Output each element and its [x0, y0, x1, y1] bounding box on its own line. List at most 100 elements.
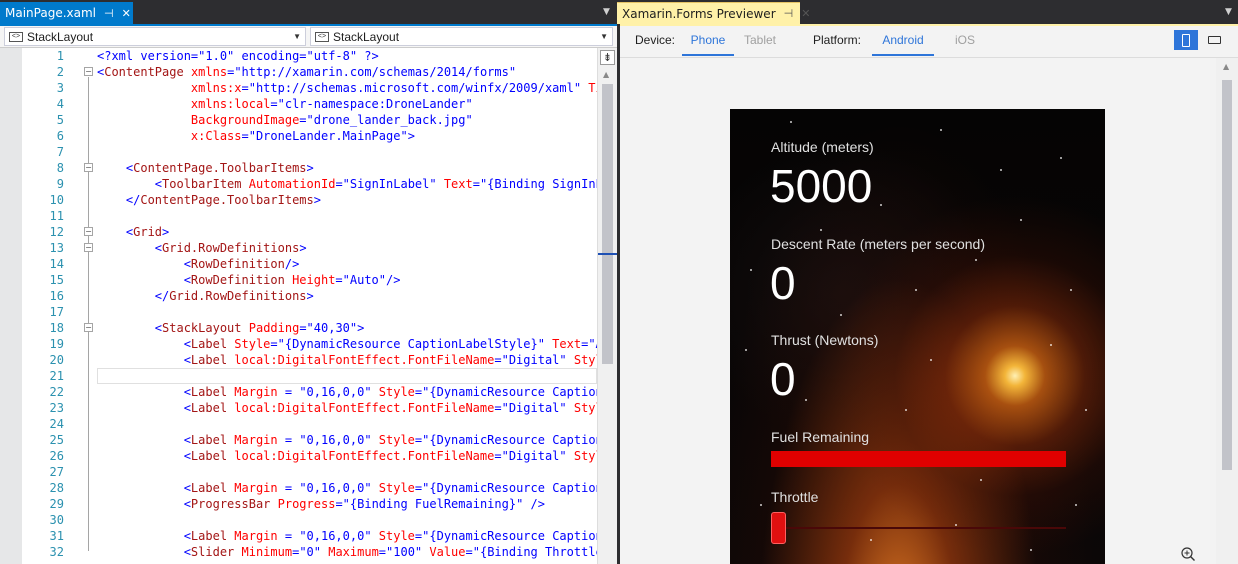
code-line[interactable]: xmlns:local="clr-namespace:DroneLander" [97, 96, 597, 112]
code-token: Title [588, 81, 597, 95]
code-line[interactable]: xmlns:x="http://schemas.microsoft.com/wi… [97, 80, 597, 96]
scroll-up-icon[interactable]: ▲ [1223, 62, 1229, 71]
collapse-icon[interactable]: − [84, 67, 93, 76]
code-line[interactable]: <StackLayout Padding="40,30"> [97, 320, 597, 336]
code-line[interactable] [97, 144, 597, 160]
code-token: Style [371, 433, 415, 447]
line-number: 27 [49, 465, 64, 479]
pin-icon[interactable]: ⊣ [104, 7, 114, 20]
code-line[interactable]: </Grid.RowDefinitions> [97, 288, 597, 304]
code-line[interactable]: <ToolbarItem AutomationId="SignInLabel" … [97, 176, 597, 192]
close-icon[interactable]: ✕ [801, 7, 810, 20]
split-view-icon[interactable]: ⇟ [600, 50, 615, 65]
portrait-orientation-button[interactable] [1174, 30, 1198, 50]
code-token: < [97, 241, 163, 255]
code-token: "{DynamicResource CaptionLa [422, 385, 597, 399]
code-line[interactable]: <Label local:DigitalFontEffect.FontFileN… [97, 448, 597, 464]
code-line[interactable]: <Label Margin = "0,16,0,0" Style="{Dynam… [97, 384, 597, 400]
thrust-label: Thrust (Newtons) [771, 332, 879, 348]
code-token: Grid.RowDefinitions [169, 289, 307, 303]
code-token: Grid [133, 225, 163, 239]
collapse-icon[interactable]: − [84, 323, 93, 332]
code-token: Margin [227, 529, 278, 543]
code-token: Grid.RowDefinitions [162, 241, 300, 255]
tab-xamarin-forms-previewer[interactable]: Xamarin.Forms Previewer ⊣ ✕ [617, 2, 810, 24]
code-token: Label [190, 385, 228, 399]
code-token: = [277, 385, 300, 399]
pin-icon[interactable]: ⊣ [784, 7, 794, 20]
code-line[interactable] [97, 368, 597, 384]
tab-overflow-icon[interactable]: ▼ [603, 7, 610, 17]
code-token: = [335, 273, 343, 287]
code-token: = [494, 449, 502, 463]
code-line[interactable]: <Label Style="{DynamicResource CaptionLa… [97, 336, 597, 352]
code-token: /> [523, 497, 545, 511]
code-line[interactable]: <ContentPage xmlns="http://xamarin.com/s… [97, 64, 597, 80]
code-line[interactable] [97, 416, 597, 432]
code-line[interactable]: x:Class="DroneLander.MainPage"> [97, 128, 597, 144]
code-token: = [335, 497, 343, 511]
zoom-button[interactable] [1178, 544, 1198, 564]
scroll-thumb[interactable] [1222, 80, 1232, 470]
throttle-slider-track[interactable] [771, 527, 1066, 529]
collapse-icon[interactable]: − [84, 243, 93, 252]
code-token: /> [386, 273, 401, 287]
outlining-margin: − − − − − [82, 48, 96, 564]
code-area[interactable]: 1 2 3 4 5 6 7 8 9 10 11 12 13 14 15 16 17 18 19 20 21 22 23 24 2… [0, 48, 597, 564]
code-line[interactable]: <Label Margin = "0,16,0,0" Style="{Dynam… [97, 480, 597, 496]
tab-overflow-icon[interactable]: ▼ [1225, 7, 1232, 17]
code-line[interactable]: <Label local:DigitalFontEffect.FontFileN… [97, 400, 597, 416]
code-line[interactable] [97, 512, 597, 528]
code-line[interactable]: <?xml version="1.0" encoding="utf-8" ?> [97, 48, 597, 64]
code-token: ContentPage.ToolbarItems [140, 193, 314, 207]
collapse-icon[interactable]: − [84, 163, 93, 172]
editor-scrollbar[interactable]: ⇟ ▲ [597, 48, 617, 564]
code-line[interactable]: <ContentPage.ToolbarItems> [97, 160, 597, 176]
line-number: 5 [56, 113, 64, 127]
tab-mainpage-xaml[interactable]: MainPage.xaml ⊣ ✕ [0, 2, 133, 24]
code-line[interactable]: <RowDefinition Height="Auto"/> [97, 272, 597, 288]
type-dropdown[interactable]: <> StackLayout ▼ [4, 27, 306, 46]
altitude-value: 5000 [770, 160, 873, 212]
line-number: 7 [56, 145, 64, 159]
navigation-bar: <> StackLayout ▼ <> StackLayout ▼ [0, 26, 617, 48]
landscape-orientation-button[interactable] [1202, 30, 1226, 50]
code-token: AutomationId [241, 177, 336, 191]
code-line[interactable] [97, 464, 597, 480]
code-token: = [299, 321, 307, 335]
close-icon[interactable]: ✕ [122, 7, 131, 20]
device-option-tablet[interactable]: Tablet [738, 32, 782, 56]
code-token: Margin [227, 433, 278, 447]
code-line[interactable]: <Label local:DigitalFontEffect.FontFileN… [97, 352, 597, 368]
code-line[interactable] [97, 304, 597, 320]
scroll-thumb[interactable] [602, 84, 613, 364]
code-line[interactable] [97, 208, 597, 224]
star-decoration [955, 524, 957, 526]
platform-option-ios[interactable]: iOS [950, 32, 980, 56]
line-number: 19 [49, 337, 64, 351]
code-line[interactable]: <Grid.RowDefinitions> [97, 240, 597, 256]
code-line[interactable]: </ContentPage.ToolbarItems> [97, 192, 597, 208]
code-line[interactable]: <RowDefinition/> [97, 256, 597, 272]
code-token: > [407, 129, 415, 143]
previewer-scrollbar[interactable]: ▲ [1216, 58, 1238, 564]
platform-option-android[interactable]: Android [872, 32, 934, 56]
code-line[interactable]: <ProgressBar Progress="{Binding FuelRema… [97, 496, 597, 512]
code-token: local:DigitalFontEffect.FontFileName [227, 353, 495, 367]
code-token: < [97, 225, 134, 239]
code-line[interactable]: <Label Margin = "0,16,0,0" Style="{Dynam… [97, 528, 597, 544]
code-line[interactable]: <Grid> [97, 224, 597, 240]
member-dropdown[interactable]: <> StackLayout ▼ [310, 27, 613, 46]
code-lines[interactable]: <?xml version="1.0" encoding="utf-8" ?> <… [97, 48, 597, 560]
star-decoration [750, 269, 752, 271]
device-option-phone[interactable]: Phone [682, 32, 734, 56]
code-line[interactable]: <Label Margin = "0,16,0,0" Style="{Dynam… [97, 432, 597, 448]
code-line[interactable]: BackgroundImage="drone_lander_back.jpg" [97, 112, 597, 128]
throttle-slider-thumb[interactable] [771, 512, 786, 544]
scroll-up-icon[interactable]: ▲ [603, 70, 609, 79]
code-token: "{DynamicResource CaptionLa [422, 529, 597, 543]
code-line[interactable]: <Slider Minimum="0" Maximum="100" Value=… [97, 544, 597, 560]
collapse-icon[interactable]: − [84, 227, 93, 236]
code-token: "0,16,0,0" [299, 529, 372, 543]
code-token: ContentPage [104, 65, 184, 79]
